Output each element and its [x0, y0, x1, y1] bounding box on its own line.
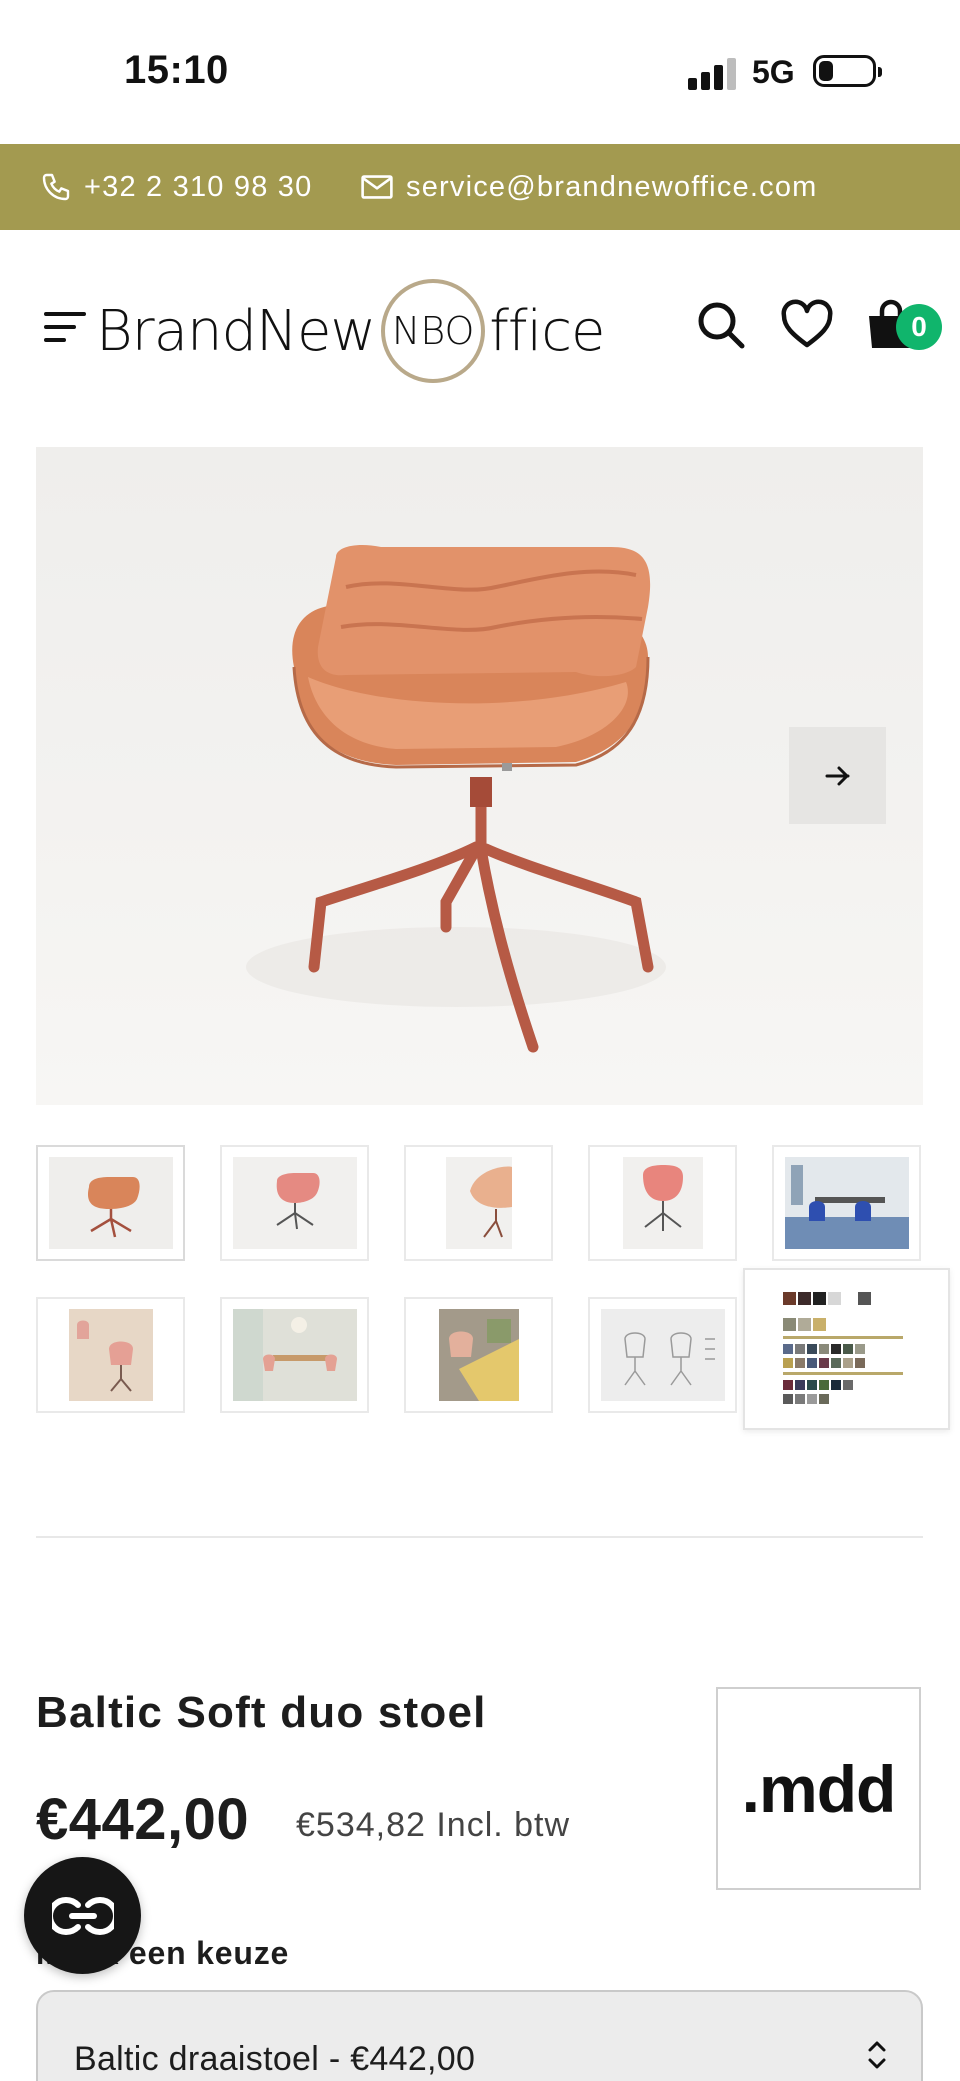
- thumbnail-7[interactable]: [220, 1297, 369, 1413]
- thumbnail-image: [600, 1309, 725, 1401]
- next-image-button[interactable]: [789, 727, 886, 824]
- thumbnail-image: [68, 1309, 153, 1401]
- thumbnail-5[interactable]: [772, 1145, 921, 1261]
- logo-mark: NBO: [391, 309, 475, 353]
- thumbnail-image: [783, 1292, 903, 1404]
- search-icon[interactable]: [694, 298, 748, 352]
- section-divider: [36, 1536, 923, 1538]
- thumbnail-image: [445, 1157, 512, 1249]
- email-address: service@brandnewoffice.com: [406, 170, 818, 203]
- thumbnail-3[interactable]: [404, 1145, 553, 1261]
- contact-bar: +32 2 310 98 30 service@brandnewoffice.c…: [0, 144, 960, 230]
- network-label: 5G: [752, 54, 795, 90]
- product-price-incl-vat: €534,82 Incl. btw: [296, 1806, 571, 1844]
- thumbnail-image: [622, 1157, 703, 1249]
- brand-logo-box[interactable]: .mdd: [716, 1687, 921, 1890]
- battery-icon: [813, 55, 882, 87]
- thumbnail-10[interactable]: [743, 1268, 950, 1430]
- logo-emblem: NBO: [381, 279, 486, 383]
- chat-icon: [51, 1896, 114, 1935]
- variant-select[interactable]: Baltic draaistoel - €442,00: [36, 1990, 923, 2081]
- signal-icon: [688, 56, 736, 90]
- phone-link[interactable]: +32 2 310 98 30: [40, 144, 312, 230]
- thumbnail-image: [232, 1309, 357, 1401]
- wishlist-heart-icon[interactable]: [780, 298, 834, 352]
- chat-button[interactable]: [24, 1857, 141, 1974]
- site-header: BrandNew NBO ffice 0: [0, 230, 960, 420]
- phone-number: +32 2 310 98 30: [84, 170, 313, 203]
- thumbnail-1[interactable]: [36, 1145, 185, 1261]
- mail-icon: [361, 175, 393, 199]
- arrow-right-icon: [825, 766, 849, 785]
- chevron-up-down-icon: [868, 2041, 886, 2069]
- phone-icon: [42, 173, 70, 201]
- thumbnail-6[interactable]: [36, 1297, 185, 1413]
- thumbnail-image: [48, 1157, 173, 1249]
- thumbnail-image: [784, 1157, 909, 1249]
- thumbnail-2[interactable]: [220, 1145, 369, 1261]
- logo-text-right: ffice: [489, 298, 605, 364]
- product-title: Baltic Soft duo stoel: [36, 1688, 487, 1737]
- site-logo[interactable]: BrandNew NBO ffice: [96, 276, 605, 386]
- product-price: €442,00: [36, 1787, 250, 1852]
- thumbnail-4[interactable]: [588, 1145, 737, 1261]
- thumbnail-image: [438, 1309, 519, 1401]
- menu-icon[interactable]: [44, 310, 86, 344]
- logo-text-left: BrandNew: [96, 298, 376, 364]
- status-time: 15:10: [124, 48, 229, 92]
- cart-count-badge[interactable]: 0: [896, 304, 942, 350]
- thumbnail-8[interactable]: [404, 1297, 553, 1413]
- brand-logo: .mdd: [741, 1751, 897, 1826]
- thumbnail-image: [232, 1157, 357, 1249]
- email-link[interactable]: service@brandnewoffice.com: [360, 144, 818, 230]
- thumbnail-9[interactable]: [588, 1297, 737, 1413]
- status-bar: 15:10 5G: [0, 0, 960, 144]
- variant-select-value: Baltic draaistoel - €442,00: [74, 2040, 476, 2078]
